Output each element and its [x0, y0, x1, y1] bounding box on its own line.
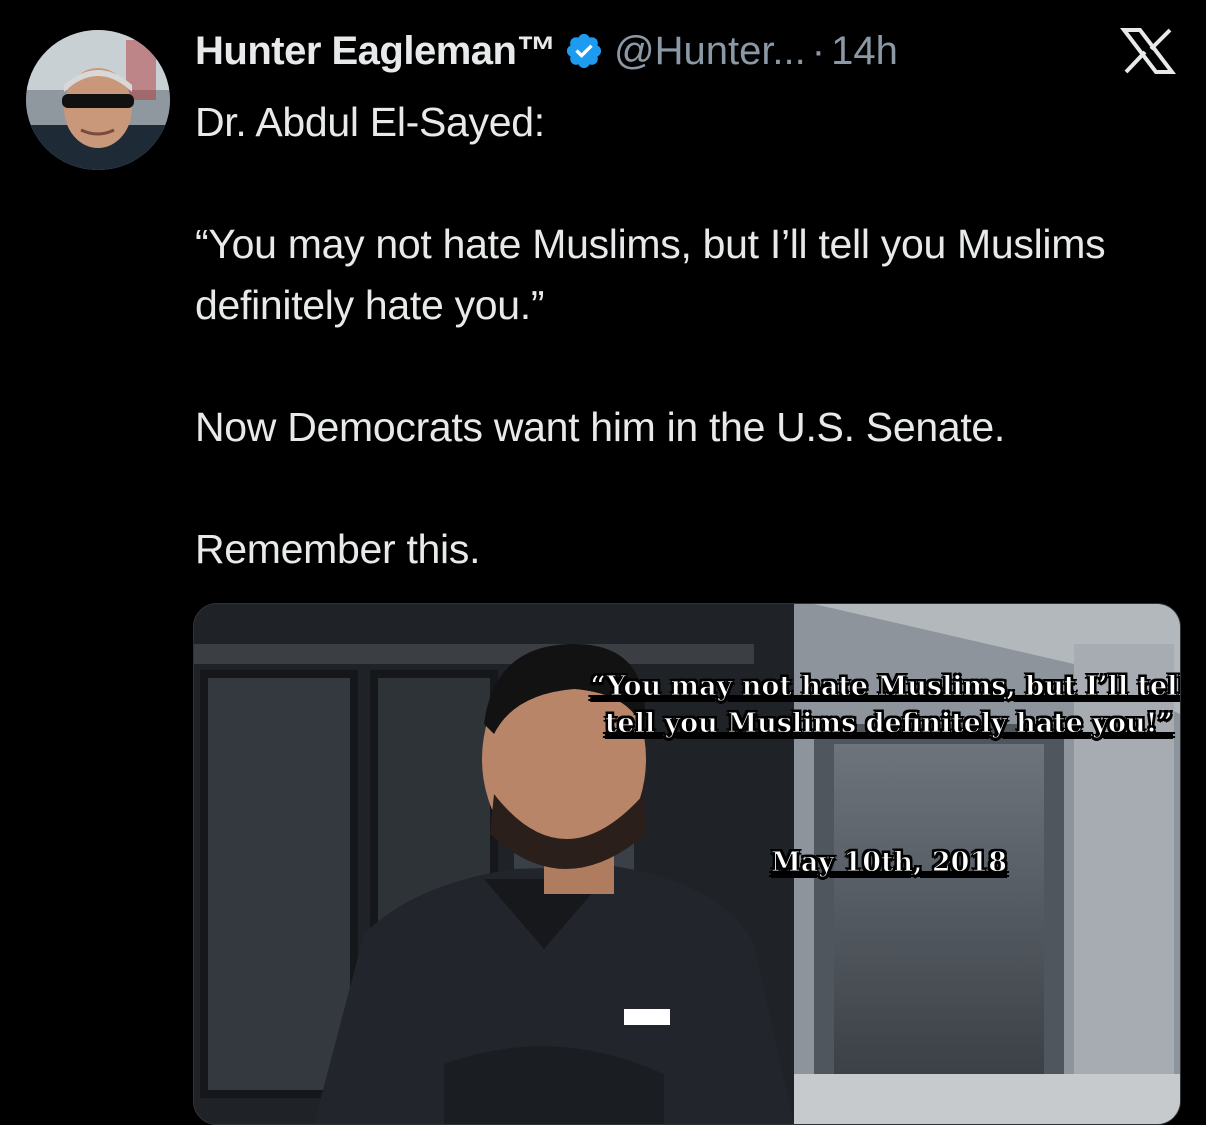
- display-name[interactable]: Hunter Eagleman™: [195, 29, 556, 74]
- tweet-card[interactable]: Hunter Eagleman™ @Hunter... · 14h Dr. Ab…: [0, 0, 1206, 1125]
- media-overlay-quote: “You may not hate Muslims, but I’ll tell…: [590, 671, 1181, 740]
- tweet-text: Dr. Abdul El-Sayed: “You may not hate Mu…: [195, 92, 1185, 580]
- separator-dot: ·: [811, 28, 826, 73]
- handle[interactable]: @Hunter...: [614, 29, 806, 74]
- media-overlay-date: May 10th, 2018: [770, 847, 1008, 879]
- avatar[interactable]: [26, 30, 170, 170]
- x-logo-icon: [1119, 28, 1177, 74]
- timestamp[interactable]: 14h: [831, 29, 898, 74]
- verified-badge-icon[interactable]: [564, 31, 604, 71]
- tweet-line: Now Democrats want him in the U.S. Senat…: [195, 404, 1006, 450]
- tweet-line: “You may not hate Muslims, but I’ll tell…: [195, 221, 1106, 328]
- tweet-header: Hunter Eagleman™ @Hunter... · 14h: [195, 26, 898, 76]
- tweet-line: Dr. Abdul El-Sayed:: [195, 99, 545, 145]
- tweet-line: Remember this.: [195, 526, 481, 572]
- tweet-media-image[interactable]: “You may not hate Muslims, but I’ll tell…: [193, 603, 1181, 1125]
